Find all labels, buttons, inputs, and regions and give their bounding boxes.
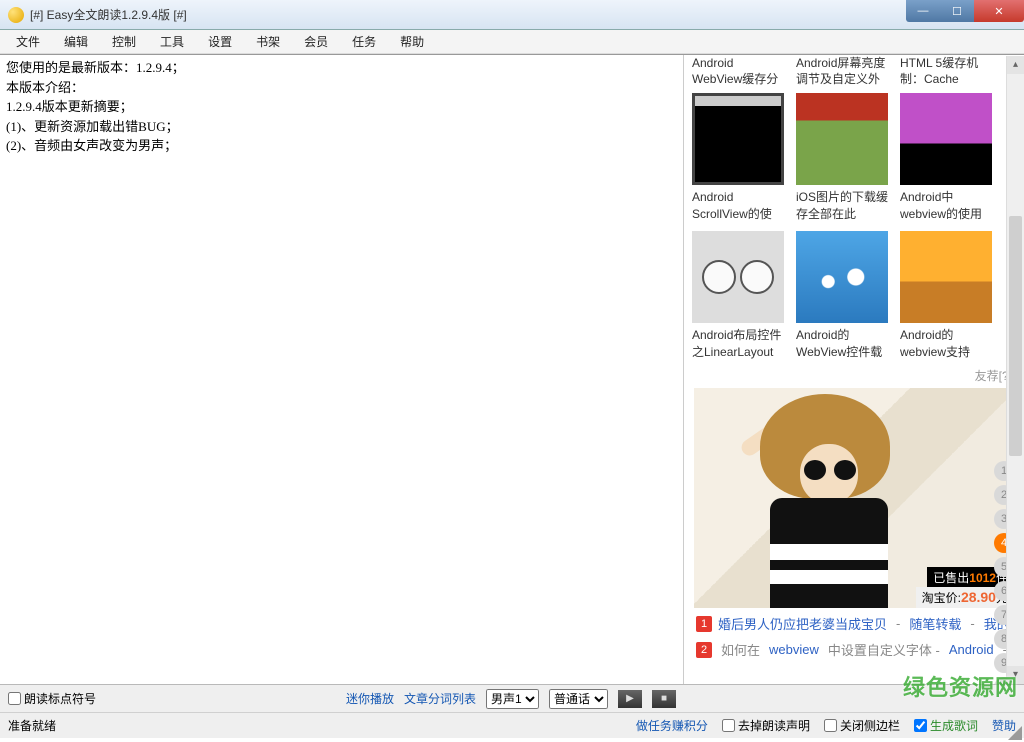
- sidebar: Android WebView缓存分 Android屏幕亮度调节及自定义外 HTML…: [684, 55, 1024, 684]
- window-title: [#] Easy全文朗读1.2.9.4版 [#]: [30, 6, 187, 23]
- link-row: 2如何在webview中设置自定义字体 - Android - 我的: [696, 640, 1014, 659]
- link-row: 1婚后男人仍应把老婆当成宝贝 - 随笔转载 - 我的每: [696, 614, 1014, 633]
- thumb-image[interactable]: [900, 231, 992, 323]
- thumb-card[interactable]: Android中webview的使用: [900, 93, 992, 221]
- thumb-label: Android布局控件之LinearLayout: [692, 327, 784, 359]
- thumb-label: Android ScrollView的使: [692, 189, 784, 221]
- sidebar-top-labels: Android WebView缓存分 Android屏幕亮度调节及自定义外 HTML…: [684, 55, 1024, 93]
- thumb-image[interactable]: [796, 93, 888, 185]
- mini-play-link[interactable]: 迷你播放: [346, 690, 394, 707]
- status-text: 准备就绪: [8, 717, 56, 734]
- app-icon: [8, 7, 24, 23]
- thumb-label: Android的webview支持: [900, 327, 992, 359]
- sidebar-top-label[interactable]: Android WebView缓存分: [692, 55, 784, 87]
- remove-voice-notice-checkbox[interactable]: 去掉朗读声明: [722, 717, 810, 734]
- gen-lyrics-checkbox[interactable]: 生成歌词: [914, 717, 978, 734]
- title-bar: [#] Easy全文朗读1.2.9.4版 [#] — ☐ ✕: [0, 0, 1024, 30]
- sidebar-link-list: 1婚后男人仍应把老婆当成宝贝 - 随笔转载 - 我的每2如何在webview中设…: [684, 608, 1024, 659]
- play-button[interactable]: ▶: [618, 690, 642, 708]
- maximize-button[interactable]: ☐: [940, 0, 974, 22]
- close-sidebar-checkbox[interactable]: 关闭侧边栏: [824, 717, 900, 734]
- vertical-scrollbar[interactable]: ▴ ▾: [1006, 56, 1024, 684]
- window-buttons: — ☐ ✕: [906, 0, 1024, 22]
- resize-grip[interactable]: [1008, 726, 1022, 740]
- thumb-label: iOS图片的下载缓存全部在此: [796, 189, 888, 221]
- rank-badge: 2: [696, 642, 712, 658]
- promo-banner[interactable]: 已售出1012件 淘宝价:28.90元: [694, 388, 1014, 608]
- friend-recommend[interactable]: 友荐[?]: [684, 365, 1024, 388]
- thumb-label: Android的WebView控件载: [796, 327, 888, 359]
- menu-会员[interactable]: 会员: [294, 31, 338, 52]
- sidebar-link[interactable]: Android: [949, 642, 994, 657]
- content-pane[interactable]: 您使用的是最新版本：1.2.9.4； 本版本介绍： 1.2.9.4版本更新摘要；…: [0, 55, 684, 684]
- menu-设置[interactable]: 设置: [198, 31, 242, 52]
- minimize-button[interactable]: —: [906, 0, 940, 22]
- menu-bar: 文件编辑控制工具设置书架会员任务帮助: [0, 30, 1024, 54]
- scrollbar-thumb[interactable]: [1009, 216, 1022, 456]
- status-bar: 准备就绪 做任务赚积分 去掉朗读声明 关闭侧边栏 生成歌词 赞助: [0, 712, 1024, 738]
- menu-工具[interactable]: 工具: [150, 31, 194, 52]
- sidebar-top-label[interactable]: HTML 5缓存机制：Cache: [900, 55, 992, 87]
- thumb-label: Android中webview的使用: [900, 189, 992, 221]
- menu-书架[interactable]: 书架: [246, 31, 290, 52]
- thumb-card[interactable]: Android布局控件之LinearLayout: [692, 231, 784, 359]
- main-area: 您使用的是最新版本：1.2.9.4； 本版本介绍： 1.2.9.4版本更新摘要；…: [0, 54, 1024, 684]
- sidebar-link[interactable]: 婚后男人仍应把老婆当成宝贝: [718, 614, 887, 633]
- menu-编辑[interactable]: 编辑: [54, 31, 98, 52]
- menu-帮助[interactable]: 帮助: [390, 31, 434, 52]
- thumb-image[interactable]: [692, 231, 784, 323]
- task-link[interactable]: 做任务赚积分: [636, 717, 708, 734]
- sidebar-top-label[interactable]: Android屏幕亮度调节及自定义外: [796, 55, 888, 87]
- thumb-card[interactable]: Android的WebView控件载: [796, 231, 888, 359]
- controls-bar: 朗读标点符号 迷你播放 文章分词列表 男声1 普通话 ▶ ■: [0, 684, 1024, 712]
- thumb-image[interactable]: [796, 231, 888, 323]
- voice-select[interactable]: 男声1: [486, 689, 539, 709]
- thumb-image[interactable]: [900, 93, 992, 185]
- scroll-down-arrow[interactable]: ▾: [1007, 666, 1024, 684]
- stop-button[interactable]: ■: [652, 690, 676, 708]
- menu-任务[interactable]: 任务: [342, 31, 386, 52]
- thumb-image[interactable]: [692, 93, 784, 185]
- sidebar-link[interactable]: webview: [769, 642, 819, 657]
- close-button[interactable]: ✕: [974, 0, 1024, 22]
- thumb-card[interactable]: iOS图片的下载缓存全部在此: [796, 93, 888, 221]
- lang-select[interactable]: 普通话: [549, 689, 608, 709]
- word-list-link[interactable]: 文章分词列表: [404, 690, 476, 707]
- menu-文件[interactable]: 文件: [6, 31, 50, 52]
- thumb-card[interactable]: Android ScrollView的使: [692, 93, 784, 221]
- rank-badge: 1: [696, 616, 712, 632]
- sidebar-link[interactable]: 随笔转载: [909, 614, 961, 633]
- read-punctuation-checkbox[interactable]: 朗读标点符号: [8, 690, 96, 707]
- thumb-card[interactable]: Android的webview支持: [900, 231, 992, 359]
- sidebar-thumb-grid: Android ScrollView的使 iOS图片的下载缓存全部在此 Androi…: [684, 93, 1024, 365]
- scroll-up-arrow[interactable]: ▴: [1007, 56, 1024, 74]
- menu-控制[interactable]: 控制: [102, 31, 146, 52]
